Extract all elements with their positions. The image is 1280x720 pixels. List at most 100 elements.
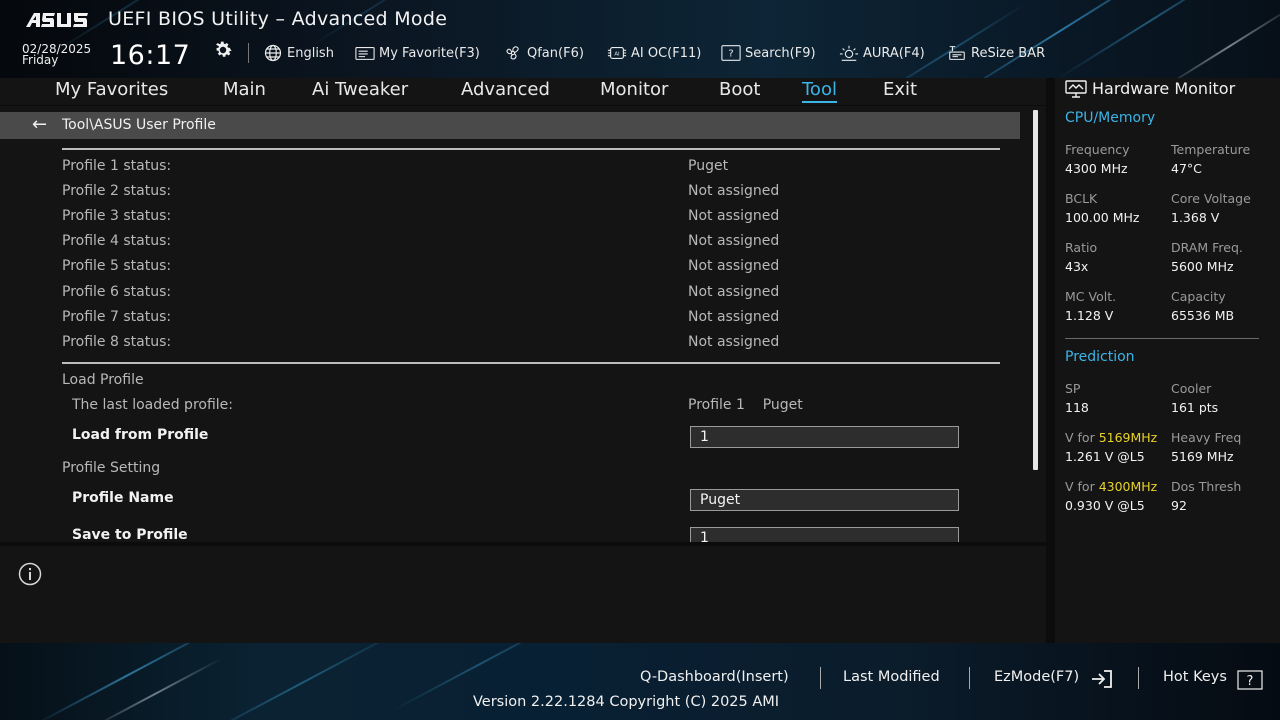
- load-from-profile-field[interactable]: 1: [690, 426, 959, 448]
- last-loaded-value: Profile 1 Puget: [688, 397, 803, 413]
- ai-oc-button[interactable]: AI AI OC(F11): [607, 43, 701, 63]
- app-title: UEFI BIOS Utility – Advanced Mode: [108, 8, 448, 30]
- heavy-freq-label: Heavy Freq: [1171, 430, 1242, 445]
- tab-ai-tweaker[interactable]: Ai Tweaker: [312, 79, 408, 100]
- hot-keys-button[interactable]: Hot Keys: [1163, 669, 1227, 685]
- tab-exit[interactable]: Exit: [883, 79, 917, 100]
- fan-icon: [506, 46, 519, 60]
- main-scrollbar[interactable]: [1033, 110, 1038, 470]
- language-label: English: [287, 45, 334, 61]
- resize-bar-icon: [949, 46, 965, 60]
- resize-bar-label: ReSize BAR: [971, 45, 1046, 61]
- cooler-label: Cooler: [1171, 381, 1212, 396]
- profile-name-field[interactable]: Puget: [690, 489, 959, 511]
- profile-name-label: Profile Name: [72, 490, 174, 506]
- ezmode-exit-icon[interactable]: [1090, 669, 1114, 689]
- header-streak: [949, 0, 1171, 78]
- q-dashboard-button[interactable]: Q-Dashboard(Insert): [640, 669, 789, 685]
- header-streak: [1056, 0, 1244, 78]
- version-text: Version 2.22.1284 Copyright (C) 2025 AMI: [473, 694, 780, 710]
- temperature-label: Temperature: [1171, 142, 1251, 157]
- save-to-profile-field[interactable]: 1: [690, 527, 959, 542]
- ratio-label: Ratio: [1065, 240, 1098, 255]
- profile-status-label: Profile 7 status:: [62, 309, 172, 325]
- profile-status-value: Not assigned: [688, 334, 780, 350]
- svg-text:?: ?: [728, 49, 733, 60]
- info-icon: [18, 562, 42, 586]
- ai-oc-label: AI OC(F11): [631, 45, 702, 61]
- tab-boot[interactable]: Boot: [719, 79, 760, 100]
- qfan-label: Qfan(F6): [527, 45, 584, 61]
- v-for-base-label: V for 4300MHz: [1065, 479, 1157, 494]
- tab-tool[interactable]: Tool: [802, 79, 837, 103]
- bclk-label: BCLK: [1065, 191, 1098, 206]
- language-button[interactable]: English: [263, 43, 334, 63]
- hardware-monitor-header: Hardware Monitor: [1065, 79, 1235, 98]
- profile-status-label: Profile 5 status:: [62, 258, 172, 274]
- save-to-profile-label: Save to Profile: [72, 527, 188, 542]
- v-for-base-value: 0.930 V @L5: [1065, 498, 1145, 513]
- aura-button[interactable]: AURA(F4): [839, 43, 925, 63]
- main-panel: ← Tool\ASUS User Profile Profile 1 statu…: [0, 106, 1046, 542]
- asus-logo: [26, 13, 88, 27]
- ezmode-button[interactable]: EzMode(F7): [994, 669, 1079, 685]
- footer-streak: [88, 657, 222, 720]
- monitor-icon: [1065, 79, 1087, 98]
- v-for-prefix: V for: [1065, 479, 1099, 494]
- header-streak: [1161, 2, 1280, 78]
- profile-status-row: Profile 8 status: Not assigned: [0, 333, 1030, 353]
- tab-my-favorites[interactable]: My Favorites: [55, 79, 168, 100]
- profile-status-label: Profile 2 status:: [62, 183, 172, 199]
- gear-icon[interactable]: [212, 39, 234, 61]
- aura-icon: [839, 45, 859, 61]
- v-for-heavy-value: 1.261 V @L5: [1065, 449, 1145, 464]
- dram-freq-label: DRAM Freq.: [1171, 240, 1243, 255]
- cooler-value: 161 pts: [1171, 400, 1219, 415]
- profile-status-row: Profile 5 status: Not assigned: [0, 257, 1030, 277]
- tab-advanced[interactable]: Advanced: [461, 79, 550, 100]
- dram-freq-value: 5600 MHz: [1171, 259, 1234, 274]
- footer-streak: [32, 643, 228, 720]
- dos-thresh-label: Dos Thresh: [1171, 479, 1242, 494]
- profile-status-row: Profile 6 status: Not assigned: [0, 283, 1030, 303]
- ratio-value: 43x: [1065, 259, 1089, 274]
- capacity-label: Capacity: [1171, 289, 1226, 304]
- search-button[interactable]: ? Search(F9): [721, 43, 816, 63]
- resize-bar-button[interactable]: ReSize BAR: [947, 43, 1045, 63]
- profile-status-label: Profile 6 status:: [62, 284, 172, 300]
- breadcrumb[interactable]: ← Tool\ASUS User Profile: [0, 112, 1020, 139]
- footer-separator: [820, 667, 821, 689]
- profile-status-value: Not assigned: [688, 309, 780, 325]
- heavy-freq-highlight: 5169MHz: [1098, 430, 1158, 445]
- hardware-monitor-panel: Hardware Monitor CPU/Memory Frequency 43…: [1055, 78, 1280, 643]
- hardware-monitor-title: Hardware Monitor: [1092, 79, 1236, 98]
- load-from-profile-label: Load from Profile: [72, 427, 209, 443]
- profile-status-row: Profile 1 status: Puget: [0, 157, 1030, 177]
- back-arrow-icon[interactable]: ←: [32, 116, 47, 134]
- my-favorite-button[interactable]: My Favorite(F3): [355, 43, 480, 63]
- last-modified-button[interactable]: Last Modified: [843, 669, 940, 685]
- favorite-list-icon: [355, 47, 375, 60]
- profile-status-label: Profile 3 status:: [62, 208, 172, 224]
- tab-monitor[interactable]: Monitor: [600, 79, 668, 100]
- footer-separator: [969, 667, 970, 689]
- core-voltage-value: 1.368 V: [1171, 210, 1220, 225]
- footer-streak: [193, 643, 407, 720]
- breadcrumb-path: Tool\ASUS User Profile: [62, 117, 216, 133]
- search-label: Search(F9): [745, 45, 816, 61]
- day-readout: Friday: [22, 53, 59, 67]
- my-favorite-label: My Favorite(F3): [379, 45, 480, 61]
- tab-main[interactable]: Main: [223, 79, 266, 100]
- qfan-button[interactable]: Qfan(F6): [503, 43, 584, 63]
- section-divider: [62, 362, 1000, 364]
- prediction-heading: Prediction: [1065, 349, 1135, 365]
- core-voltage-label: Core Voltage: [1171, 191, 1251, 206]
- profile-status-label: Profile 4 status:: [62, 233, 172, 249]
- svg-text:AI: AI: [614, 52, 620, 58]
- profile-setting-section: Profile Setting: [0, 459, 1030, 479]
- profile-status-row: Profile 4 status: Not assigned: [0, 232, 1030, 252]
- help-icon[interactable]: ?: [1237, 670, 1263, 690]
- help-info-panel: [0, 546, 1046, 643]
- profile-status-label: Profile 1 status:: [62, 158, 172, 174]
- svg-text:?: ?: [1247, 674, 1254, 689]
